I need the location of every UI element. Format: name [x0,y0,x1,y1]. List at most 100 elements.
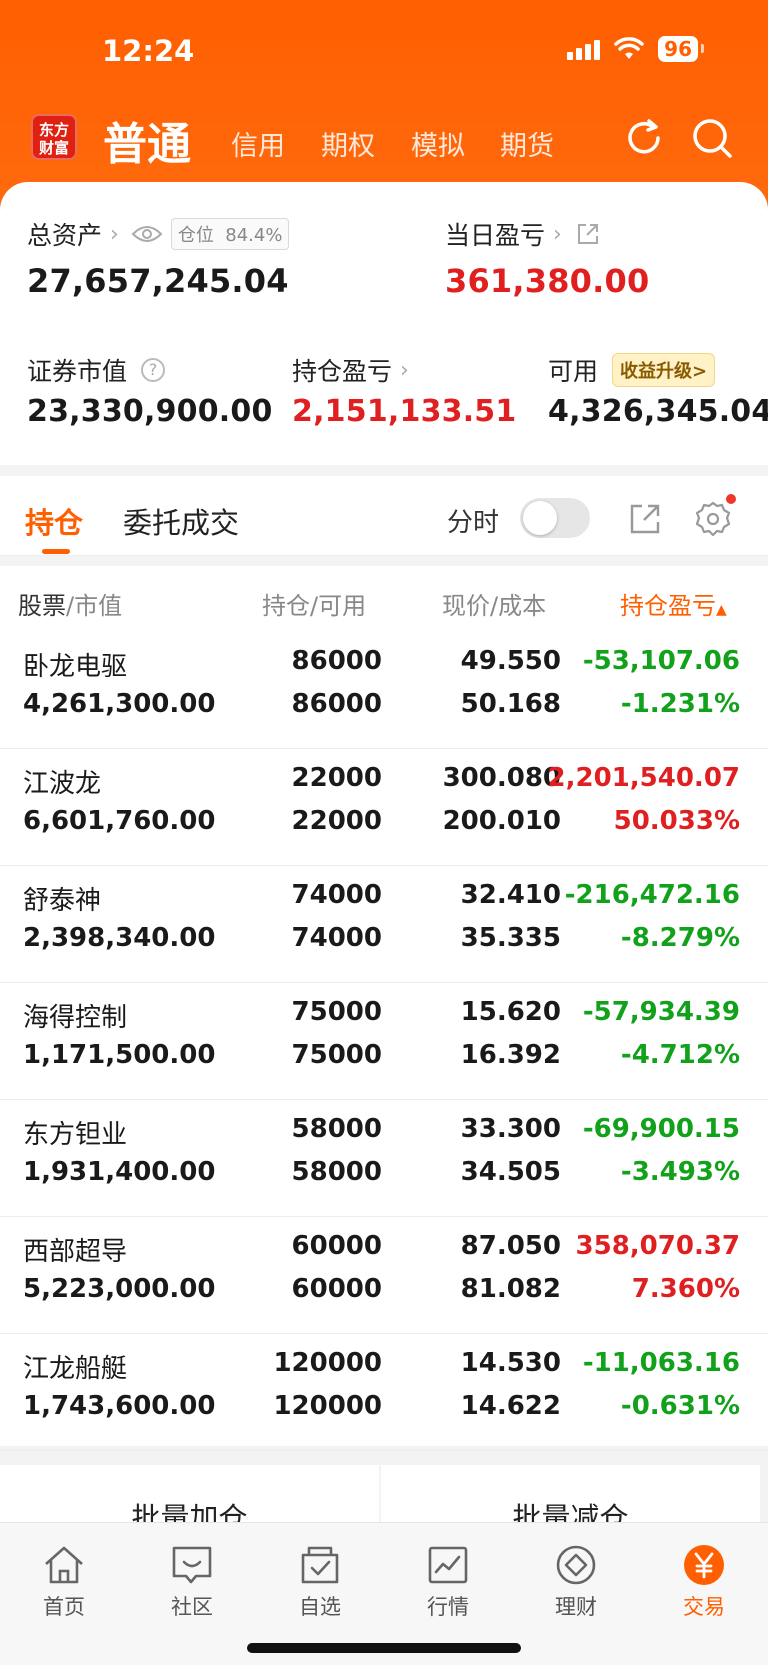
header-position: 持仓/可用 [262,592,367,620]
market-value: 1,171,500.00 [23,1040,216,1070]
help-icon[interactable]: ? [141,358,166,382]
table-row[interactable]: 卧龙电驱 4,261,300.00 86000 86000 49.550 50.168 -5… [0,632,768,749]
table-row[interactable]: 海得控制 1,171,500.00 75000 75000 15.620 16.392 -5… [0,983,768,1100]
refresh-icon[interactable] [622,116,666,160]
market-value: 5,223,000.00 [23,1274,216,1304]
position-pl: 358,070.37 [575,1231,740,1261]
tab-options[interactable]: 期权 [321,124,375,163]
available-qty: 86000 [291,689,382,719]
bottom-tab-community[interactable]: 社区 [128,1543,256,1621]
current-price: 300.080 [442,763,561,793]
stock-name: 卧龙电驱 [23,652,128,682]
daily-pl-value: 361,380.00 [445,262,650,300]
market-value: 6,601,760.00 [23,806,216,836]
position-pl-label[interactable]: 持仓盈亏 › [292,352,409,388]
cost-price: 50.168 [460,689,561,719]
current-price: 32.410 [460,880,561,910]
total-assets-value: 27,657,245.04 [27,262,289,300]
upgrade-badge[interactable]: 收益升级> [612,353,716,387]
stock-name: 江波龙 [23,769,102,799]
fenshi-toggle[interactable] [520,498,590,538]
position-qty: 74000 [291,880,382,910]
total-assets-label[interactable]: 总资产 › 仓位 84.4% [27,216,290,252]
status-icons: 96 [567,36,704,62]
position-pl: -11,063.16 [582,1348,740,1378]
position-qty: 58000 [291,1114,382,1144]
position-qty: 120000 [273,1348,382,1378]
chevron-right-icon: › [400,357,409,383]
position-pl: -57,934.39 [582,997,740,1027]
position-qty: 75000 [291,997,382,1027]
chat-icon [172,1546,212,1584]
position-pl-pct: 50.033% [613,806,740,836]
wifi-icon [614,37,644,59]
header-stock: 股票/市值 [18,592,123,620]
stock-name: 东方钽业 [23,1120,128,1150]
share-icon[interactable] [628,502,662,536]
bottom-tab-home[interactable]: 首页 [0,1543,128,1621]
tab-holdings[interactable]: 持仓 [25,500,83,542]
header-pl[interactable]: 持仓盈亏▲ [620,586,727,621]
tab-futures[interactable]: 期货 [500,124,554,163]
current-price: 87.050 [460,1231,561,1261]
diamond-icon [556,1545,596,1585]
available-label: 可用 收益升级> [548,352,716,388]
battery-icon: 96 [658,36,704,62]
notification-dot [726,494,736,504]
available-qty: 22000 [291,806,382,836]
table-row[interactable]: 江波龙 6,601,760.00 22000 22000 300.080 200.010 2… [0,749,768,866]
chart-icon [428,1546,468,1584]
stock-name: 江龙船艇 [23,1354,128,1384]
tab-orders[interactable]: 委托成交 [123,500,239,542]
position-pl: -53,107.06 [582,646,740,676]
securities-value-label: 证券市值 ? [27,352,166,388]
bottom-tab-wealth[interactable]: 理财 [512,1543,640,1621]
eye-icon[interactable] [131,223,163,245]
cost-price: 81.082 [460,1274,561,1304]
signal-icon [567,38,601,60]
position-pl-pct: 7.360% [631,1274,740,1304]
gear-icon[interactable] [694,500,732,538]
stock-name: 西部超导 [23,1237,128,1267]
cost-price: 35.335 [460,923,561,953]
position-pl-value: 2,151,133.51 [292,394,517,429]
home-icon [45,1546,83,1584]
stock-name: 舒泰神 [23,886,102,916]
current-price: 49.550 [460,646,561,676]
account-type-nav: 东方 财富 普通 信用 期权 模拟 期货 [0,110,768,175]
bottom-tab-market[interactable]: 行情 [384,1543,512,1621]
bottom-tab-trade[interactable]: 交易 [640,1543,768,1621]
available-qty: 75000 [291,1040,382,1070]
watchlist-icon [301,1546,339,1584]
table-row[interactable]: 江龙船艇 1,743,600.00 120000 120000 14.530 14.622… [0,1334,768,1451]
table-row[interactable]: 舒泰神 2,398,340.00 74000 74000 32.410 35.335 -21… [0,866,768,983]
tab-normal[interactable]: 普通 [103,108,191,172]
home-indicator [247,1643,521,1653]
cost-price: 34.505 [460,1157,561,1187]
search-icon[interactable] [690,116,734,160]
bottom-tab-watchlist[interactable]: 自选 [256,1543,384,1621]
securities-value: 23,330,900.00 [27,394,273,429]
status-time: 12:24 [102,34,195,68]
daily-pl-label[interactable]: 当日盈亏 › [445,216,600,252]
position-qty: 22000 [291,763,382,793]
app-logo: 东方 财富 [31,114,77,160]
available-qty: 60000 [291,1274,382,1304]
available-qty: 74000 [291,923,382,953]
available-qty: 120000 [273,1391,382,1421]
position-pl-pct: -3.493% [620,1157,740,1187]
cost-price: 200.010 [442,806,561,836]
current-price: 33.300 [460,1114,561,1144]
yuan-icon [684,1545,724,1585]
chevron-right-icon: › [110,221,119,247]
cost-price: 14.622 [460,1391,561,1421]
tab-credit[interactable]: 信用 [231,124,285,163]
holdings-tabs: 持仓 委托成交 分时 [0,476,768,556]
table-row[interactable]: 东方钽业 1,931,400.00 58000 58000 33.300 34.505 -6… [0,1100,768,1217]
share-icon[interactable] [576,222,600,246]
table-row[interactable]: 西部超导 5,223,000.00 60000 60000 87.050 81.082 35… [0,1217,768,1334]
market-value: 4,261,300.00 [23,689,216,719]
tab-simulation[interactable]: 模拟 [411,124,465,163]
account-summary-card: 总资产 › 仓位 84.4% 27,657,245.04 当日盈亏 › 361,… [0,182,768,465]
position-ratio-badge: 仓位 84.4% [170,218,290,250]
